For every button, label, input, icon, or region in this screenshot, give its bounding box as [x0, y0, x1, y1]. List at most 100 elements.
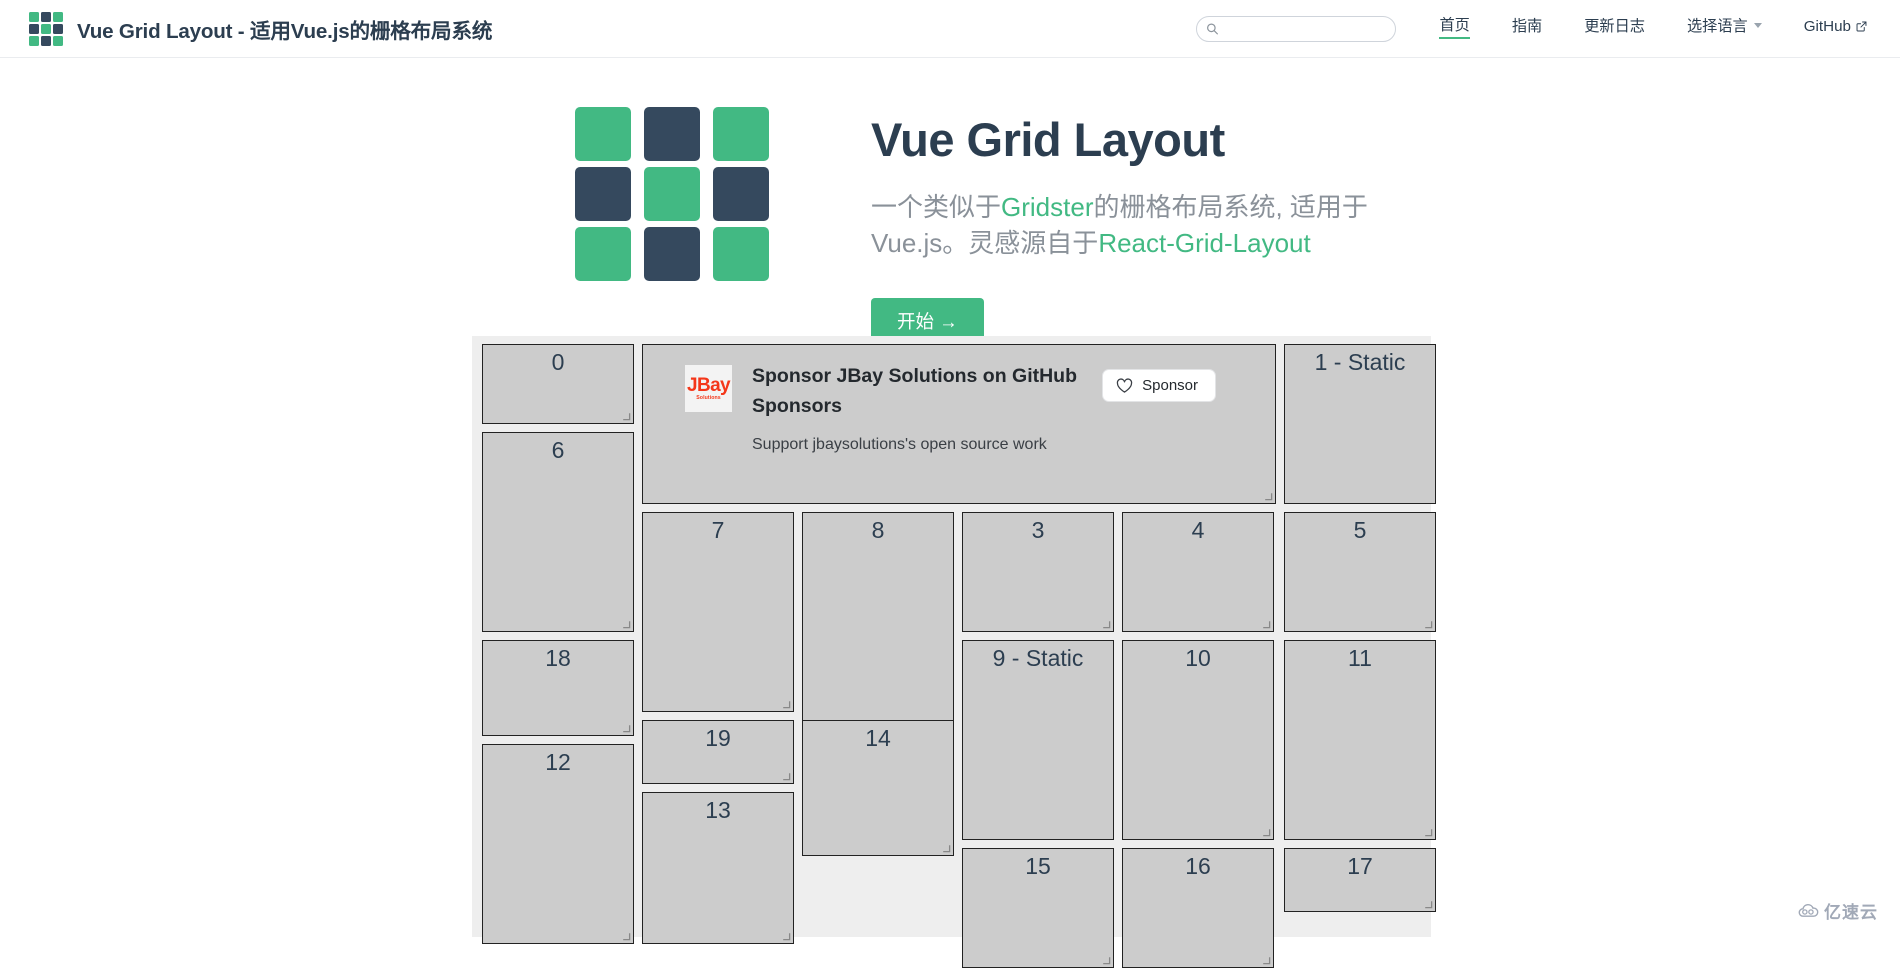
logo-cell [53, 36, 63, 46]
grid-item-label: 13 [705, 797, 731, 825]
watermark: 亿速云 [1796, 898, 1878, 923]
logo-cell [713, 227, 769, 281]
navbar-brand[interactable]: Vue Grid Layout - 适用Vue.js的栅格布局系统 [29, 12, 492, 46]
logo-cell [713, 167, 769, 221]
sponsor-title: Sponsor JBay Solutions on GitHub Sponsor… [752, 361, 1082, 421]
resize-handle-icon[interactable] [1100, 954, 1111, 965]
grid-item[interactable]: 16 [1122, 848, 1274, 968]
external-link-icon [1856, 21, 1867, 32]
grid-item[interactable]: 6 [482, 432, 634, 632]
grid-item-label: 12 [545, 749, 571, 777]
grid-item-label: 0 [552, 349, 565, 377]
grid-item-label: 17 [1347, 853, 1373, 881]
nav-link-language[interactable]: 选择语言 [1687, 19, 1762, 38]
resize-handle-icon[interactable] [620, 722, 631, 733]
resize-handle-icon[interactable] [1260, 618, 1271, 629]
grid-logo-large-icon [575, 107, 775, 290]
grid-item-label: 4 [1192, 517, 1205, 545]
hero-description: 一个类似于Gridster的栅格布局系统, 适用于Vue.js。灵感源自于Rea… [871, 190, 1376, 262]
sponsor-button[interactable]: Sponsor [1102, 369, 1216, 402]
resize-handle-icon[interactable] [1260, 954, 1271, 965]
site-title: Vue Grid Layout - 适用Vue.js的栅格布局系统 [77, 14, 492, 44]
resize-handle-icon[interactable] [1260, 826, 1271, 837]
grid-item-label: 3 [1032, 517, 1045, 545]
grid-item[interactable]: 13 [642, 792, 794, 944]
resize-handle-icon[interactable] [780, 930, 791, 941]
logo-cell [29, 36, 39, 46]
jbay-logo-sub: Solutions [696, 396, 721, 401]
nav-link-github[interactable]: GitHub [1804, 19, 1867, 38]
hero-section: Vue Grid Layout 一个类似于Gridster的栅格布局系统, 适用… [0, 58, 1900, 346]
grid-item[interactable]: 12 [482, 744, 634, 944]
logo-cell [575, 107, 631, 161]
grid-item[interactable]: 17 [1284, 848, 1436, 912]
logo-cell [41, 36, 51, 46]
navbar: Vue Grid Layout - 适用Vue.js的栅格布局系统 首页 指南 … [0, 0, 1900, 58]
logo-cell [644, 107, 700, 161]
grid-item[interactable]: 11 [1284, 640, 1436, 840]
resize-handle-icon[interactable] [940, 842, 951, 853]
cloud-icon [1796, 902, 1820, 919]
grid-item[interactable]: 9 - Static [962, 640, 1114, 840]
grid-item-label: 7 [712, 517, 725, 545]
sponsor-button-label: Sponsor [1142, 377, 1198, 394]
logo-cell [29, 12, 39, 22]
resize-handle-icon[interactable] [1100, 618, 1111, 629]
logo-cell [41, 12, 51, 22]
grid-item[interactable]: 1 - Static [1284, 344, 1436, 504]
navbar-right: 首页 指南 更新日志 选择语言 GitHub [1196, 16, 1871, 42]
grid-item[interactable]: 5 [1284, 512, 1436, 632]
nav-link-home[interactable]: 首页 [1439, 18, 1469, 38]
hero-text: Vue Grid Layout 一个类似于Gridster的栅格布局系统, 适用… [871, 80, 1376, 346]
logo-cell [41, 24, 51, 34]
chevron-down-icon [1754, 23, 1762, 28]
grid-item-label: 19 [705, 725, 731, 753]
grid-item[interactable]: 15 [962, 848, 1114, 968]
resize-handle-icon[interactable] [1422, 898, 1433, 909]
grid-item[interactable]: 7 [642, 512, 794, 712]
heart-icon [1116, 378, 1133, 394]
logo-cell [644, 227, 700, 281]
grid-item[interactable]: 18 [482, 640, 634, 736]
grid-item-label: 11 [1348, 645, 1372, 673]
grid-item[interactable]: 3 [962, 512, 1114, 632]
logo-cell [575, 227, 631, 281]
gridster-link[interactable]: Gridster [1001, 192, 1093, 222]
grid-item-label: 8 [872, 517, 885, 545]
grid-item[interactable]: JBaySolutions Sponsor JBay Solutions on G… [642, 344, 1276, 504]
nav-links: 首页 指南 更新日志 选择语言 GitHub [1418, 18, 1871, 38]
resize-handle-icon[interactable] [780, 770, 791, 781]
nav-link-language-label: 选择语言 [1687, 18, 1748, 35]
grid-item-label: 15 [1025, 853, 1051, 881]
grid-item-label: 6 [552, 437, 565, 465]
nav-link-guide[interactable]: 指南 [1512, 19, 1542, 38]
grid-item[interactable]: 14 [802, 720, 954, 856]
resize-handle-icon[interactable] [620, 930, 631, 941]
resize-handle-icon[interactable] [1262, 490, 1273, 501]
resize-handle-icon[interactable] [1422, 826, 1433, 837]
logo-cell [644, 167, 700, 221]
resize-handle-icon[interactable] [1422, 618, 1433, 629]
nav-link-changelog[interactable]: 更新日志 [1584, 19, 1645, 38]
resize-handle-icon[interactable] [620, 618, 631, 629]
grid-item-label: 16 [1185, 853, 1211, 881]
hero-desc-part1: 一个类似于 [871, 192, 1001, 222]
resize-handle-icon[interactable] [780, 698, 791, 709]
grid-logo-icon [29, 12, 63, 46]
sponsor-subtitle: Support jbaysolutions's open source work [752, 435, 1102, 456]
resize-handle-icon[interactable] [620, 410, 631, 421]
watermark-text: 亿速云 [1824, 898, 1878, 923]
grid-item-label: 10 [1185, 645, 1211, 673]
grid-item[interactable]: 10 [1122, 640, 1274, 840]
react-grid-layout-link[interactable]: React-Grid-Layout [1098, 228, 1310, 258]
grid-item-label: 1 - Static [1315, 349, 1406, 377]
search-box[interactable] [1196, 16, 1396, 42]
grid-item[interactable]: 0 [482, 344, 634, 424]
logo-cell [575, 167, 631, 221]
jbay-logo-icon: JBaySolutions [685, 365, 732, 412]
grid-item[interactable]: 19 [642, 720, 794, 784]
search-input[interactable] [1225, 22, 1385, 36]
sponsor-card: JBaySolutions Sponsor JBay Solutions on G… [643, 345, 1275, 503]
nav-link-github-label: GitHub [1804, 18, 1851, 35]
grid-item[interactable]: 4 [1122, 512, 1274, 632]
